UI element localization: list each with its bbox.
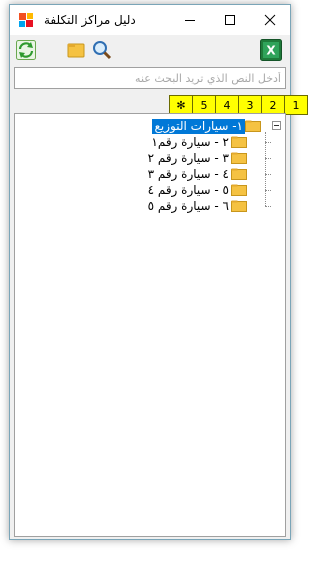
tree-connector (265, 190, 271, 191)
level-button[interactable]: ✻ (169, 95, 193, 115)
tree-node-label: ٦ - سيارة رقم ٥ (147, 198, 229, 213)
tree-node-label: ٥ - سيارة رقم ٤ (147, 182, 229, 197)
tree-node-label: ١- سيارات التوزيع (152, 118, 245, 134)
app-icon (19, 13, 33, 27)
minimize-button[interactable] (170, 5, 210, 35)
level-button[interactable]: 2 (261, 95, 285, 115)
tree-node[interactable]: ٢ - سيارة رقم١ (149, 134, 247, 150)
folder-icon (245, 120, 261, 132)
svg-text:X: X (266, 44, 276, 58)
tree-node[interactable]: ٣ - سيارة رقم ٢ (146, 150, 247, 166)
folder-icon (231, 152, 247, 164)
folder-icon (67, 43, 85, 58)
level-button[interactable]: 1 (284, 95, 308, 115)
search-input[interactable] (14, 67, 286, 89)
tree-connector (265, 158, 271, 159)
tree-node-root[interactable]: ١- سيارات التوزيع (152, 118, 261, 134)
tree-node[interactable]: ٦ - سيارة رقم ٥ (146, 198, 247, 214)
close-icon (264, 14, 276, 26)
expand-collapse-toggle[interactable] (272, 121, 281, 130)
folder-button[interactable] (66, 40, 86, 60)
folder-icon (231, 136, 247, 148)
tree-connector (265, 174, 271, 175)
cost-center-tree[interactable]: ١- سيارات التوزيع ٢ - سيارة رقم١ ٣ - سيار… (14, 113, 286, 537)
toolbar: X (10, 35, 290, 67)
folder-icon (231, 200, 247, 212)
tree-node-label: ٤ - سيارة رقم ٣ (147, 166, 229, 181)
maximize-icon (225, 15, 235, 25)
maximize-button[interactable] (210, 5, 250, 35)
close-button[interactable] (250, 5, 290, 35)
tree-connector (265, 206, 271, 207)
refresh-icon (16, 40, 36, 60)
title-bar: دليل مراكز التكلفة (10, 5, 290, 35)
level-bar: ✻ 5 4 3 2 1 (169, 95, 308, 115)
excel-icon: X (260, 39, 282, 61)
folder-icon (231, 184, 247, 196)
refresh-button[interactable] (16, 40, 36, 60)
tree-node-label: ٢ - سيارة رقم١ (151, 134, 229, 149)
window-title: دليل مراكز التكلفة (44, 13, 136, 27)
level-button[interactable]: 5 (192, 95, 216, 115)
export-excel-button[interactable]: X (260, 39, 282, 61)
level-button[interactable]: 3 (238, 95, 262, 115)
minimize-icon (185, 20, 195, 21)
minus-icon (274, 125, 279, 126)
tree-node-label: ٣ - سيارة رقم ٢ (147, 150, 229, 165)
folder-icon (231, 168, 247, 180)
level-button[interactable]: 4 (215, 95, 239, 115)
search-button[interactable] (92, 40, 112, 60)
cost-center-window: دليل مراكز التكلفة X أدخل النص الذي تريد… (9, 4, 308, 540)
tree-connector (265, 142, 271, 143)
magnifier-icon (93, 41, 112, 60)
tree-node[interactable]: ٥ - سيارة رقم ٤ (146, 182, 247, 198)
tree-node[interactable]: ٤ - سيارة رقم ٣ (146, 166, 247, 182)
tree-connector (265, 132, 266, 206)
